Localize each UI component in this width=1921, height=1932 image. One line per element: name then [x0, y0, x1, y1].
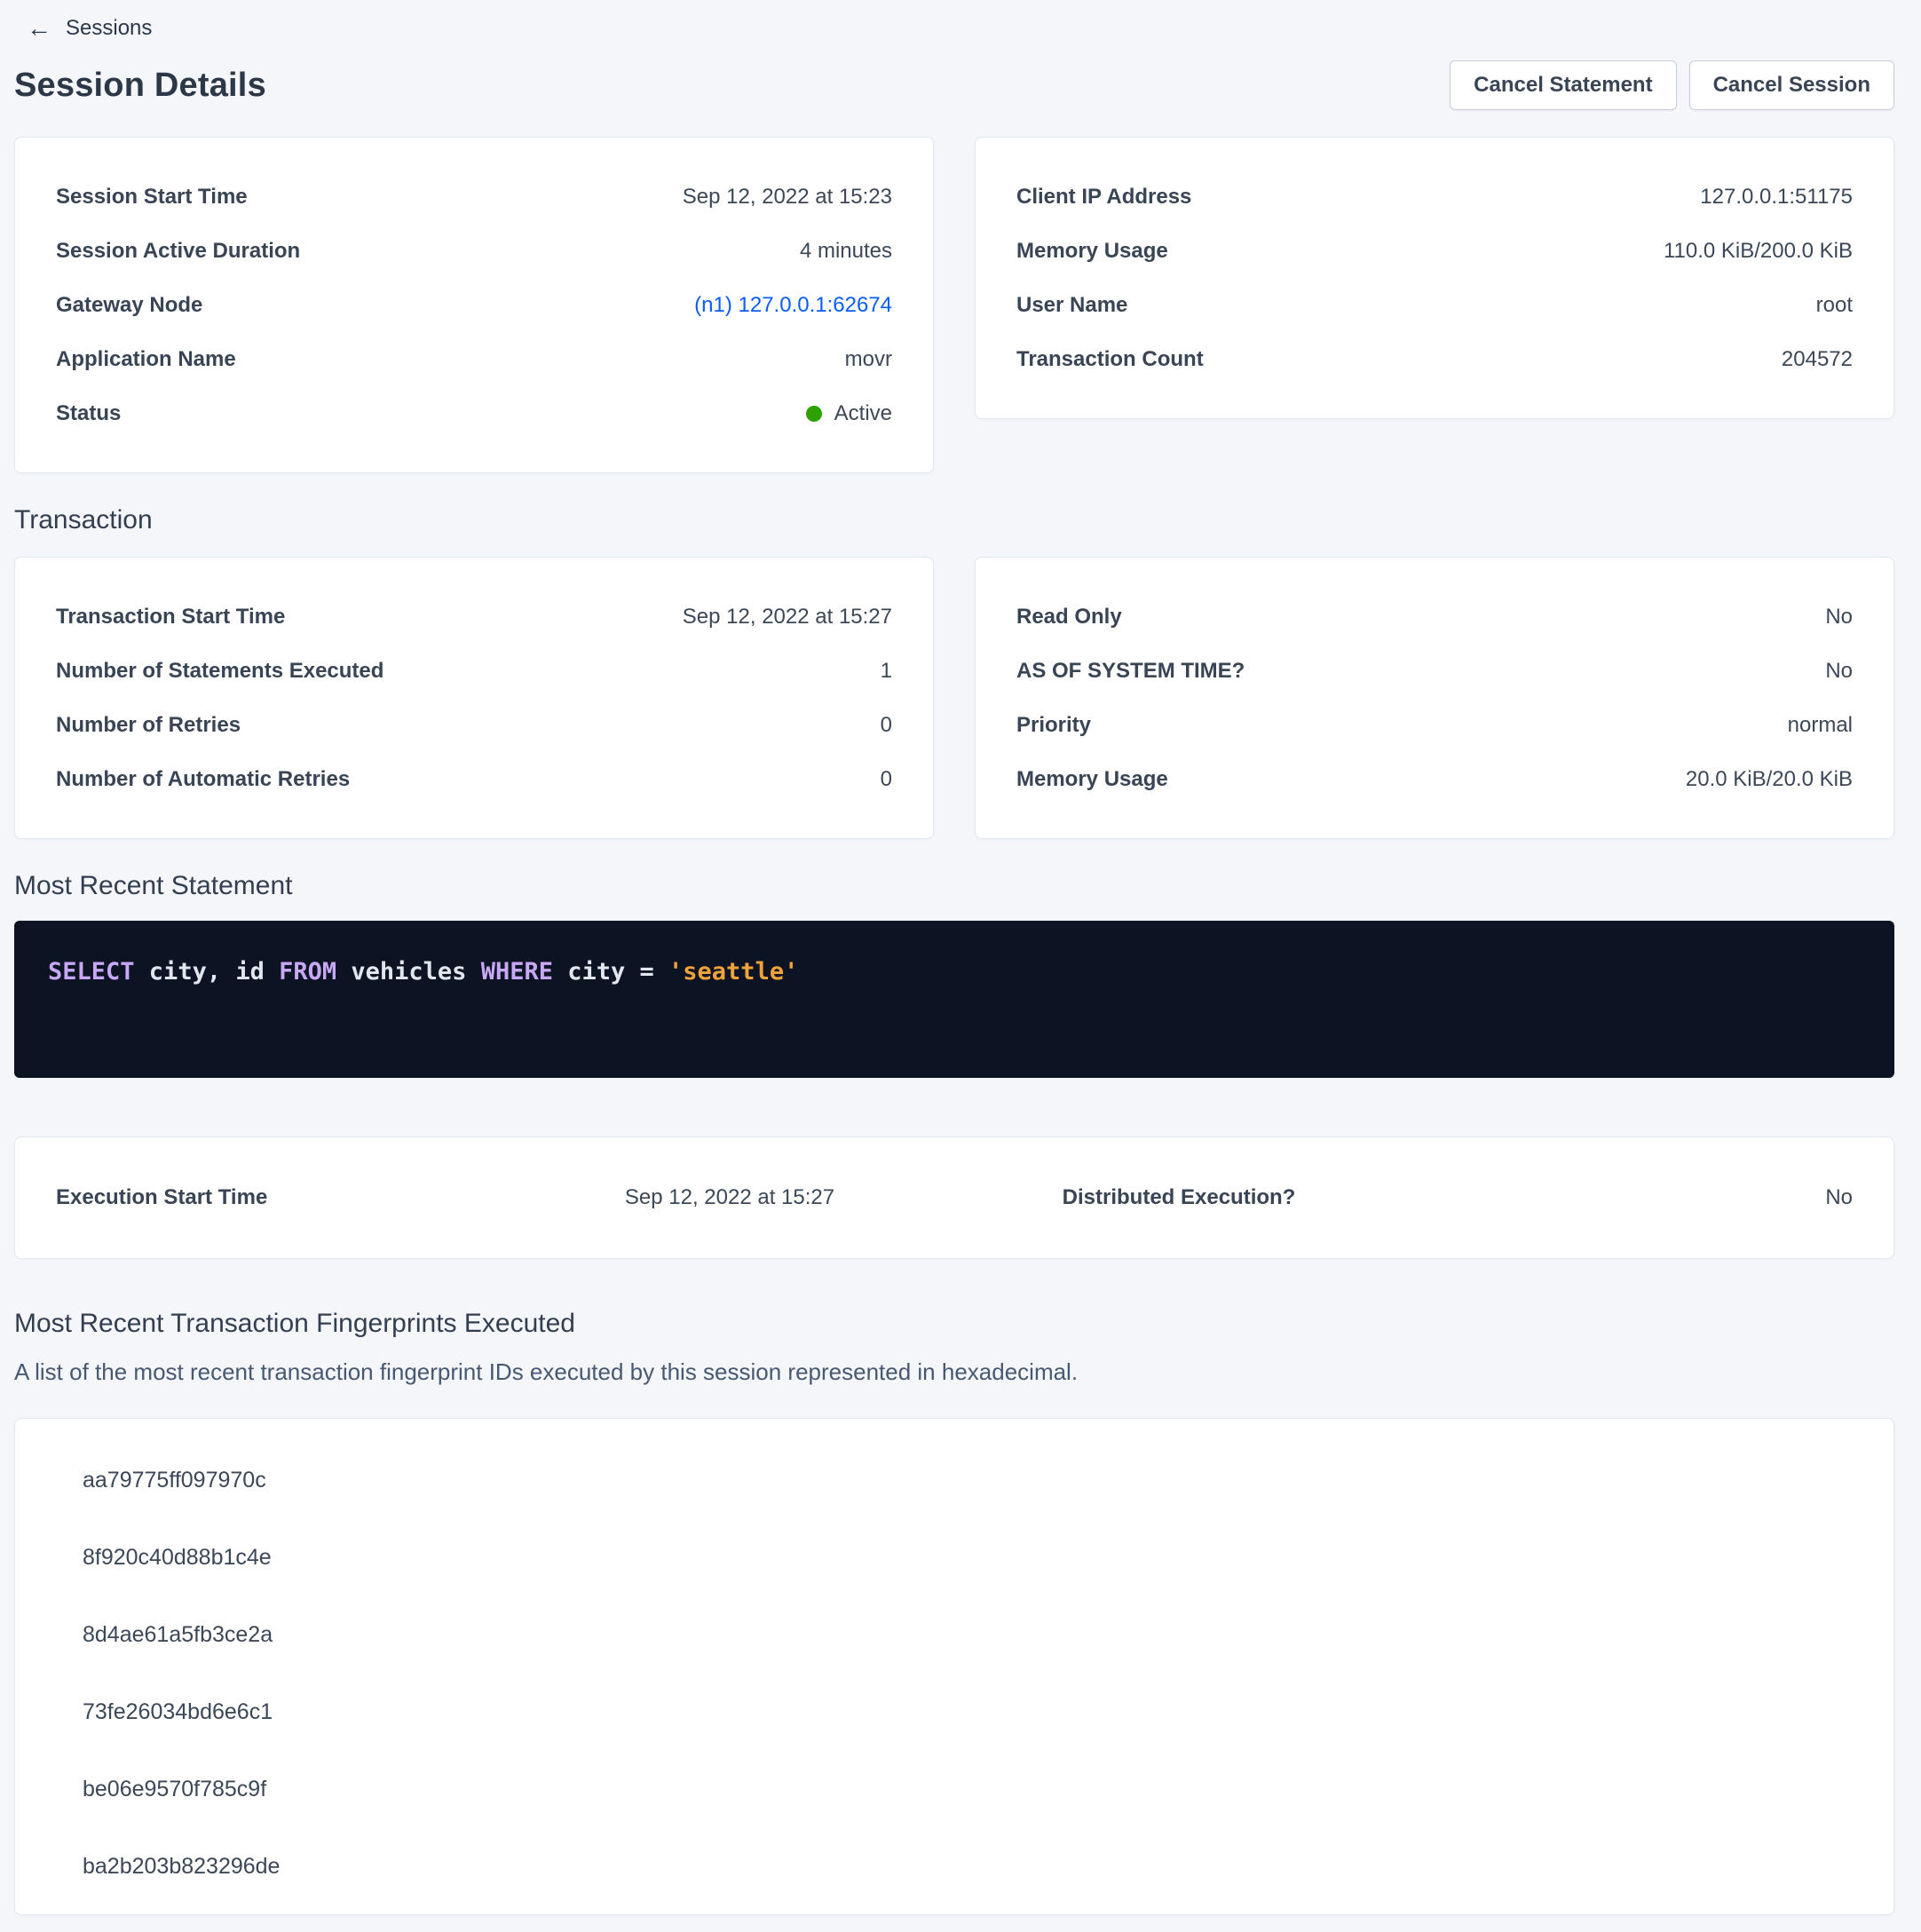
fingerprints-note: A list of the most recent transaction fi… — [14, 1358, 1894, 1386]
header-actions: Cancel Statement Cancel Session — [1450, 60, 1894, 110]
gateway-node-link[interactable]: (n1) 127.0.0.1:62674 — [694, 293, 892, 318]
row-label: User Name — [1016, 293, 1127, 318]
row-label: Transaction Count — [1016, 347, 1204, 372]
session-info-card: Session Start Time Sep 12, 2022 at 15:23… — [14, 137, 934, 473]
row-value: 4 minutes — [800, 239, 892, 264]
fingerprint-item: 73fe26034bd6e6c1 — [83, 1674, 1853, 1751]
statements-executed-row: Number of Statements Executed 1 — [56, 644, 892, 698]
client-info-card: Client IP Address 127.0.0.1:51175 Memory… — [975, 137, 1894, 419]
row-label: Memory Usage — [1016, 767, 1168, 792]
fingerprint-item: 8f920c40d88b1c4e — [83, 1519, 1853, 1596]
fingerprint-item: 8d4ae61a5fb3ce2a — [83, 1596, 1853, 1674]
back-arrow-icon: ← — [27, 16, 51, 41]
fingerprint-item: ba2b203b823296de — [83, 1828, 1853, 1905]
row-value: normal — [1788, 713, 1853, 738]
row-label: Number of Retries — [56, 713, 241, 738]
row-label: Application Name — [56, 347, 236, 372]
page-title: Session Details — [14, 67, 266, 105]
row-value: root — [1816, 293, 1853, 318]
row-label: Number of Automatic Retries — [56, 767, 350, 792]
sql-keyword: SELECT — [48, 958, 135, 986]
row-label: Memory Usage — [1016, 239, 1168, 264]
transaction-stats-card: Transaction Start Time Sep 12, 2022 at 1… — [14, 557, 934, 839]
fingerprints-card: aa79775ff097970c 8f920c40d88b1c4e 8d4ae6… — [14, 1418, 1894, 1915]
distributed-execution-value: No — [1403, 1185, 1853, 1210]
sql-statement-box: SELECT city, id FROM vehicles WHERE city… — [14, 921, 1894, 1078]
sql-keyword: FROM — [279, 958, 336, 986]
session-summary-row: Session Start Time Sep 12, 2022 at 15:23… — [14, 137, 1894, 473]
distributed-execution-label: Distributed Execution? — [954, 1185, 1403, 1210]
cancel-statement-button[interactable]: Cancel Statement — [1450, 60, 1676, 110]
row-value: movr — [845, 347, 892, 372]
status-dot-icon — [806, 406, 822, 422]
sql-keyword: WHERE — [481, 958, 553, 986]
application-name-row: Application Name movr — [56, 332, 892, 386]
row-label: Read Only — [1016, 605, 1122, 629]
session-duration-row: Session Active Duration 4 minutes — [56, 224, 892, 278]
row-value: 0 — [881, 713, 892, 738]
priority-row: Priority normal — [1016, 698, 1853, 752]
gateway-node-row: Gateway Node (n1) 127.0.0.1:62674 — [56, 278, 892, 332]
section-title-fingerprints: Most Recent Transaction Fingerprints Exe… — [14, 1309, 1894, 1339]
row-label: Session Active Duration — [56, 239, 300, 264]
automatic-retries-row: Number of Automatic Retries 0 — [56, 752, 892, 806]
row-label: Status — [56, 401, 121, 426]
row-value: No — [1825, 659, 1853, 684]
row-value: Sep 12, 2022 at 15:27 — [683, 605, 892, 629]
sql-statement-text: SELECT city, id FROM vehicles WHERE city… — [48, 958, 1861, 986]
fingerprint-item: aa79775ff097970c — [83, 1442, 1853, 1519]
session-start-time-row: Session Start Time Sep 12, 2022 at 15:23 — [56, 170, 892, 224]
row-value: 20.0 KiB/20.0 KiB — [1686, 767, 1853, 792]
execution-card: Execution Start Time Sep 12, 2022 at 15:… — [14, 1136, 1894, 1259]
transaction-props-card: Read Only No AS OF SYSTEM TIME? No Prior… — [975, 557, 1894, 839]
session-details-page: ← Sessions Session Details Cancel Statem… — [0, 0, 1921, 1915]
transaction-start-time-row: Transaction Start Time Sep 12, 2022 at 1… — [56, 590, 892, 644]
read-only-row: Read Only No — [1016, 590, 1853, 644]
retries-row: Number of Retries 0 — [56, 698, 892, 752]
sql-plain: city = — [553, 958, 668, 986]
row-value: No — [1825, 605, 1853, 629]
status-badge: Active — [806, 401, 892, 426]
execution-start-value: Sep 12, 2022 at 15:27 — [505, 1185, 954, 1210]
as-of-system-time-row: AS OF SYSTEM TIME? No — [1016, 644, 1853, 698]
row-value: 204572 — [1782, 347, 1853, 372]
fingerprint-item: be06e9570f785c9f — [83, 1751, 1853, 1828]
cancel-session-button[interactable]: Cancel Session — [1689, 60, 1894, 110]
section-title-statement: Most Recent Statement — [14, 871, 1894, 901]
row-label: Session Start Time — [56, 185, 248, 210]
status-row: Status Active — [56, 386, 892, 440]
txn-memory-usage-row: Memory Usage 20.0 KiB/20.0 KiB — [1016, 752, 1853, 806]
row-value: Sep 12, 2022 at 15:23 — [683, 185, 892, 210]
status-text: Active — [834, 401, 892, 426]
transaction-row: Transaction Start Time Sep 12, 2022 at 1… — [14, 557, 1894, 839]
breadcrumb[interactable]: ← Sessions — [14, 7, 1894, 44]
section-title-transaction: Transaction — [14, 505, 1894, 535]
user-name-row: User Name root — [1016, 278, 1853, 332]
sql-plain: vehicles — [336, 958, 481, 986]
transaction-count-row: Transaction Count 204572 — [1016, 332, 1853, 386]
row-value: 127.0.0.1:51175 — [1700, 185, 1853, 210]
row-label: Number of Statements Executed — [56, 659, 383, 684]
row-value: 110.0 KiB/200.0 KiB — [1664, 239, 1853, 264]
sql-plain: city, id — [135, 958, 280, 986]
row-label: Client IP Address — [1016, 185, 1191, 210]
sql-string: 'seattle' — [668, 958, 798, 986]
row-label: AS OF SYSTEM TIME? — [1016, 659, 1245, 684]
row-value: 0 — [881, 767, 892, 792]
row-label: Transaction Start Time — [56, 605, 285, 629]
row-value: 1 — [881, 659, 892, 684]
execution-start-label: Execution Start Time — [56, 1185, 505, 1210]
row-label: Gateway Node — [56, 293, 202, 318]
breadcrumb-label: Sessions — [66, 16, 152, 41]
page-header: Session Details Cancel Statement Cancel … — [14, 60, 1894, 110]
memory-usage-row: Memory Usage 110.0 KiB/200.0 KiB — [1016, 224, 1853, 278]
row-label: Priority — [1016, 713, 1091, 738]
client-ip-row: Client IP Address 127.0.0.1:51175 — [1016, 170, 1853, 224]
